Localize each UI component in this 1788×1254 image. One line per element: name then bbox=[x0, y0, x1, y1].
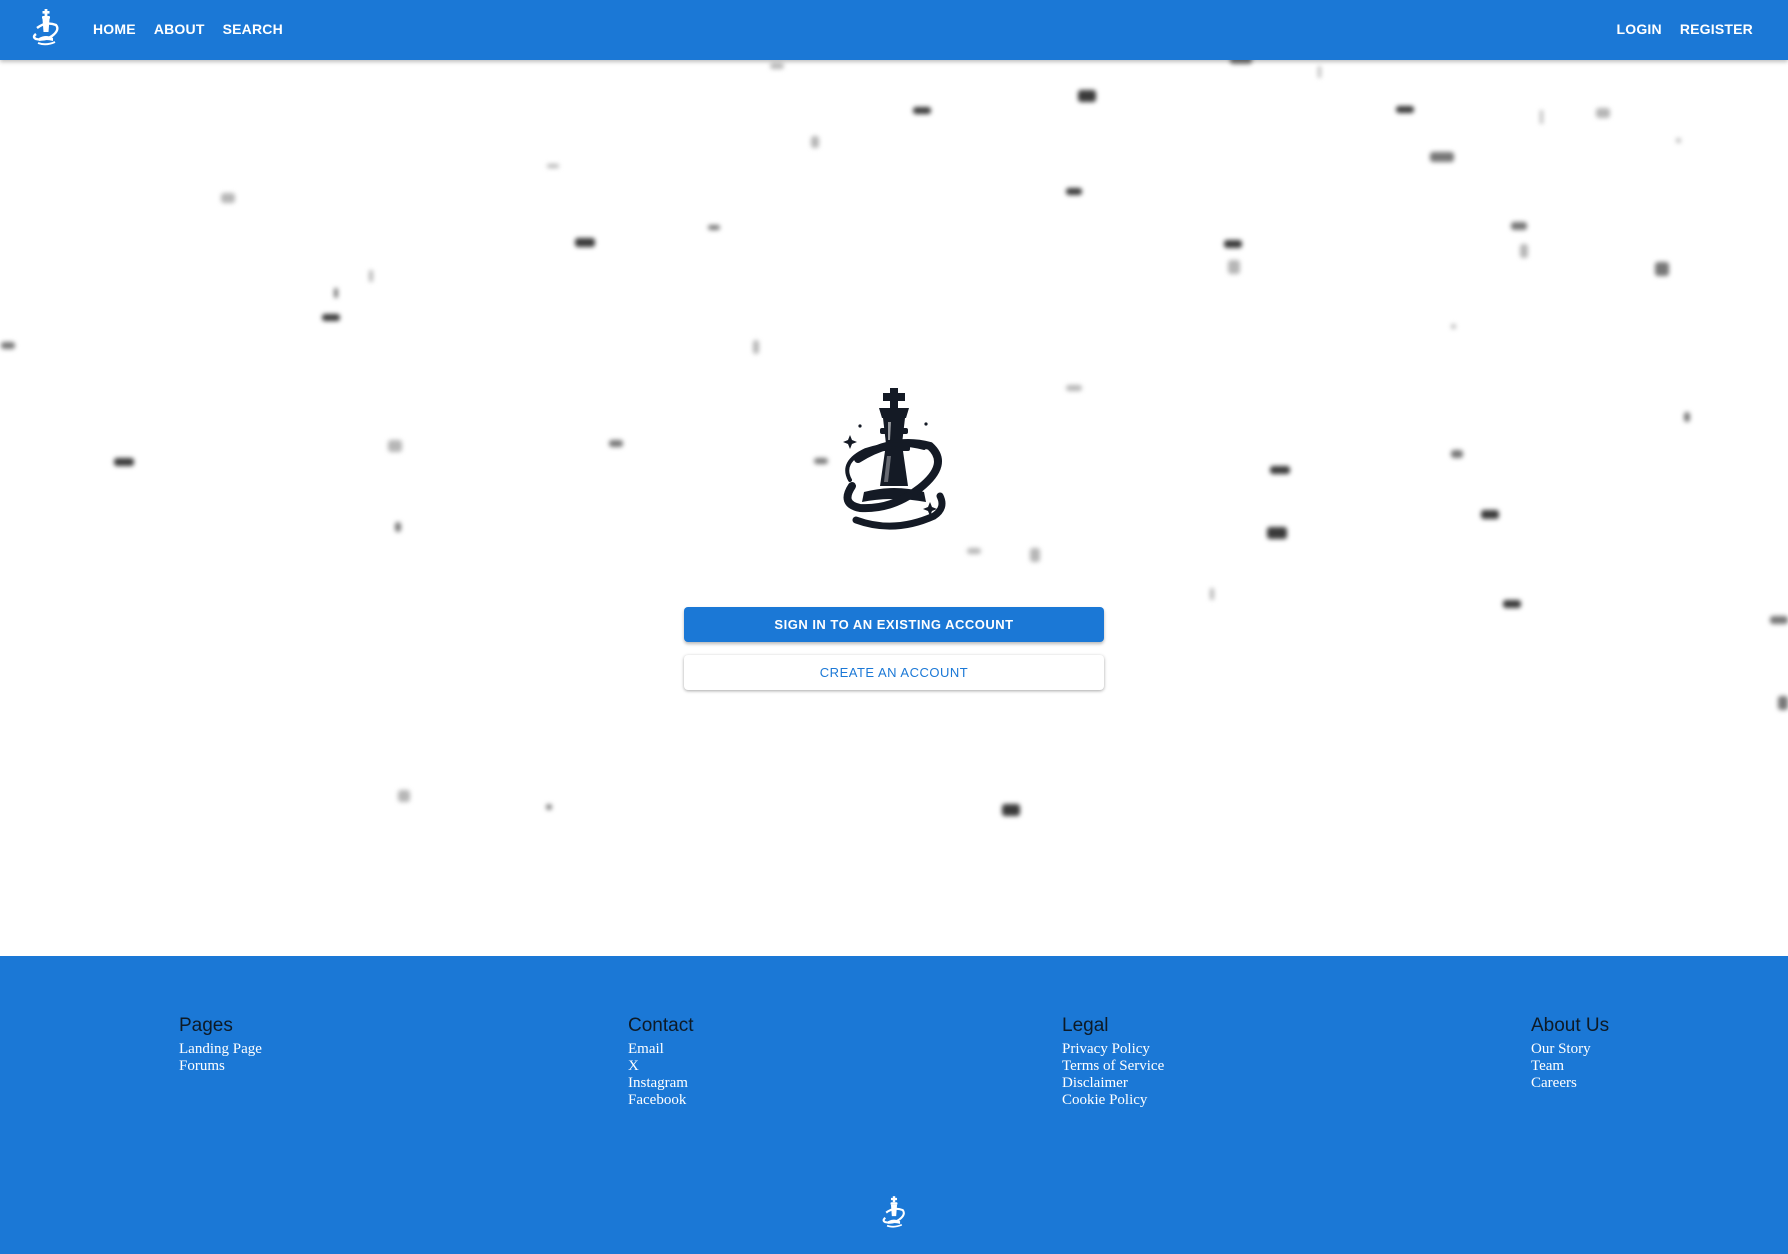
footer-link-terms-of-service[interactable]: Terms of Service bbox=[1062, 1058, 1164, 1075]
chess-king-swirl-logo-icon[interactable] bbox=[31, 8, 61, 50]
sign-in-existing-account-button[interactable]: SIGN IN TO AN EXISTING ACCOUNT bbox=[684, 607, 1104, 642]
footer-link-our-story[interactable]: Our Story bbox=[1531, 1041, 1609, 1058]
footer-link-instagram[interactable]: Instagram bbox=[628, 1075, 693, 1092]
footer-heading-legal: Legal bbox=[1062, 1015, 1109, 1036]
footer-column-pages: Pages Landing Page Forums bbox=[179, 1015, 262, 1075]
nav-search-link[interactable]: SEARCH bbox=[214, 15, 292, 43]
footer-link-facebook[interactable]: Facebook bbox=[628, 1092, 693, 1109]
chess-king-swirl-logo-icon bbox=[843, 388, 946, 530]
footer-link-x[interactable]: X bbox=[628, 1058, 693, 1075]
create-account-button[interactable]: CREATE AN ACCOUNT bbox=[684, 655, 1104, 690]
footer-column-contact: Contact Email X Instagram Facebook bbox=[628, 1015, 693, 1109]
footer-link-disclaimer[interactable]: Disclaimer bbox=[1062, 1075, 1164, 1092]
nav-register-link[interactable]: REGISTER bbox=[1671, 15, 1762, 43]
nav-home-link[interactable]: HOME bbox=[84, 15, 145, 43]
footer-column-about-us: About Us Our Story Team Careers bbox=[1531, 1015, 1609, 1092]
footer-column-legal: Legal Privacy Policy Terms of Service Di… bbox=[1062, 1015, 1164, 1109]
footer-link-landing-page[interactable]: Landing Page bbox=[179, 1041, 262, 1058]
nav-login-link[interactable]: LOGIN bbox=[1607, 15, 1670, 43]
footer-heading-about-us: About Us bbox=[1531, 1015, 1610, 1036]
footer-heading-contact: Contact bbox=[628, 1015, 694, 1036]
footer-link-forums[interactable]: Forums bbox=[179, 1058, 262, 1075]
nav-about-link[interactable]: ABOUT bbox=[145, 15, 214, 43]
chess-king-swirl-logo-icon bbox=[882, 1196, 905, 1228]
footer-link-cookie-policy[interactable]: Cookie Policy bbox=[1062, 1092, 1164, 1109]
footer-link-privacy-policy[interactable]: Privacy Policy bbox=[1062, 1041, 1164, 1058]
footer-heading-pages: Pages bbox=[179, 1015, 233, 1036]
footer-link-team[interactable]: Team bbox=[1531, 1058, 1609, 1075]
footer-link-careers[interactable]: Careers bbox=[1531, 1075, 1609, 1092]
footer-link-email[interactable]: Email bbox=[628, 1041, 693, 1058]
site-footer: Pages Landing Page Forums Contact Email … bbox=[0, 956, 1788, 1254]
top-app-bar: HOME ABOUT SEARCH LOGIN REGISTER bbox=[0, 0, 1788, 60]
